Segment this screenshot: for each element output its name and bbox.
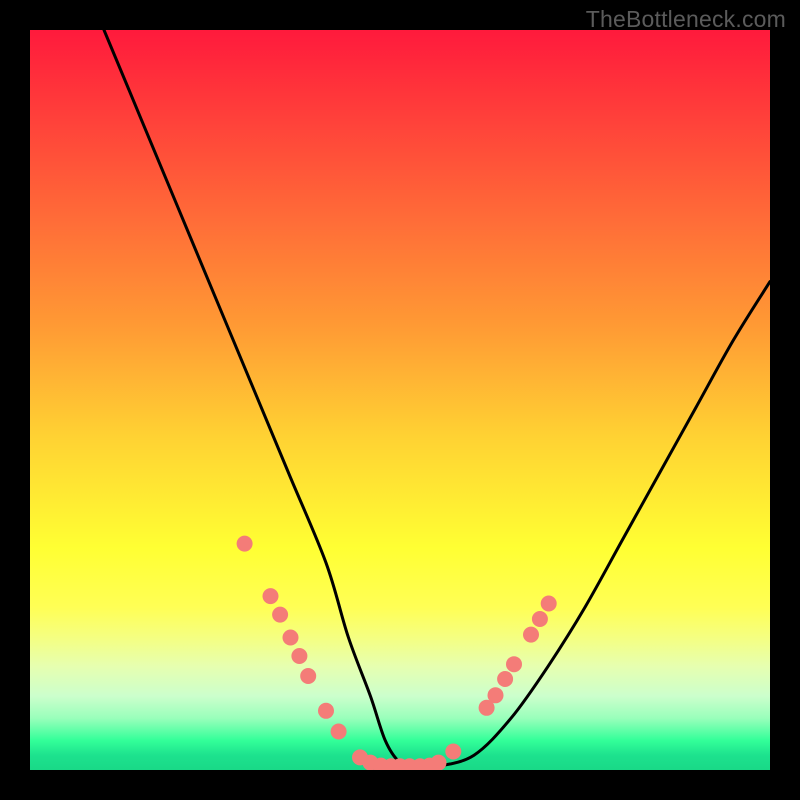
data-marker (263, 588, 279, 604)
data-marker (523, 627, 539, 643)
chart-frame: TheBottleneck.com (0, 0, 800, 800)
data-markers (237, 536, 557, 770)
data-marker (331, 724, 347, 740)
plot-area (30, 30, 770, 770)
watermark-text: TheBottleneck.com (586, 6, 786, 33)
data-marker (497, 671, 513, 687)
chart-svg (30, 30, 770, 770)
data-marker (237, 536, 253, 552)
data-marker (318, 703, 334, 719)
data-marker (532, 611, 548, 627)
data-marker (445, 744, 461, 760)
data-marker (272, 607, 288, 623)
bottleneck-curve (104, 30, 770, 767)
data-marker (506, 656, 522, 672)
data-marker (431, 755, 447, 770)
data-marker (283, 630, 299, 646)
data-marker (541, 596, 557, 612)
data-marker (488, 687, 504, 703)
data-marker (300, 668, 316, 684)
data-marker (291, 648, 307, 664)
